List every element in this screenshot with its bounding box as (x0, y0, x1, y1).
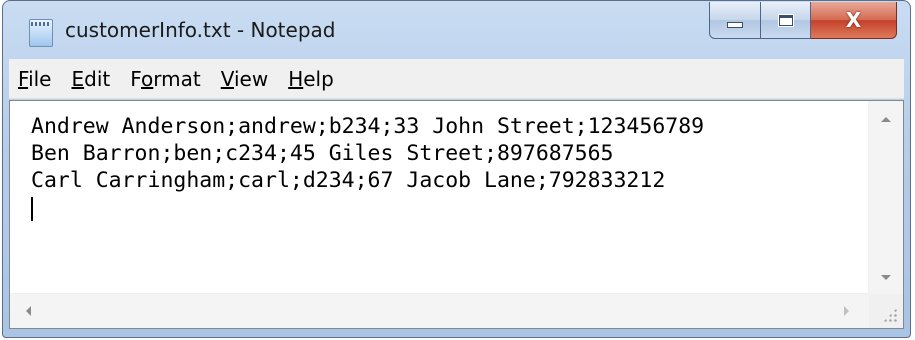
title-bar[interactable]: customerInfo.txt - Notepad X (3, 1, 910, 57)
maximize-button[interactable] (761, 2, 811, 39)
notepad-window: customerInfo.txt - Notepad X File Edit F… (2, 0, 911, 338)
scroll-right-icon[interactable] (844, 306, 849, 316)
close-button[interactable]: X (811, 2, 897, 39)
menu-file[interactable]: File (18, 65, 51, 93)
vertical-scrollbar[interactable] (868, 101, 903, 294)
menu-edit[interactable]: Edit (71, 65, 110, 93)
menu-view[interactable]: View (221, 65, 268, 93)
text-line[interactable]: Ben Barron;ben;c234;45 Giles Street;8976… (31, 140, 869, 167)
resize-grip-icon[interactable] (883, 308, 897, 322)
notepad-icon[interactable] (29, 19, 53, 47)
maximize-icon (777, 13, 794, 27)
scrollbar-corner (869, 294, 903, 328)
horizontal-scrollbar[interactable] (10, 293, 869, 328)
minimize-icon (727, 22, 743, 28)
menu-help[interactable]: Help (288, 65, 334, 93)
scroll-down-icon[interactable] (881, 275, 891, 280)
caption-buttons: X (709, 2, 897, 39)
menu-bar: File Edit Format View Help (9, 59, 904, 99)
minimize-button[interactable] (709, 2, 761, 39)
text-area[interactable]: Andrew Anderson;andrew;b234;33 John Stre… (10, 101, 869, 294)
window-title: customerInfo.txt - Notepad (65, 18, 336, 42)
scroll-up-icon[interactable] (881, 117, 891, 122)
text-caret (31, 197, 33, 221)
menu-format[interactable]: Format (130, 65, 201, 93)
close-icon: X (845, 8, 862, 32)
scroll-left-icon[interactable] (26, 306, 31, 316)
text-editor[interactable]: Andrew Anderson;andrew;b234;33 John Stre… (9, 100, 904, 329)
text-line[interactable]: Carl Carringham;carl;d234;67 Jacob Lane;… (31, 167, 869, 194)
text-line[interactable]: Andrew Anderson;andrew;b234;33 John Stre… (31, 113, 869, 140)
